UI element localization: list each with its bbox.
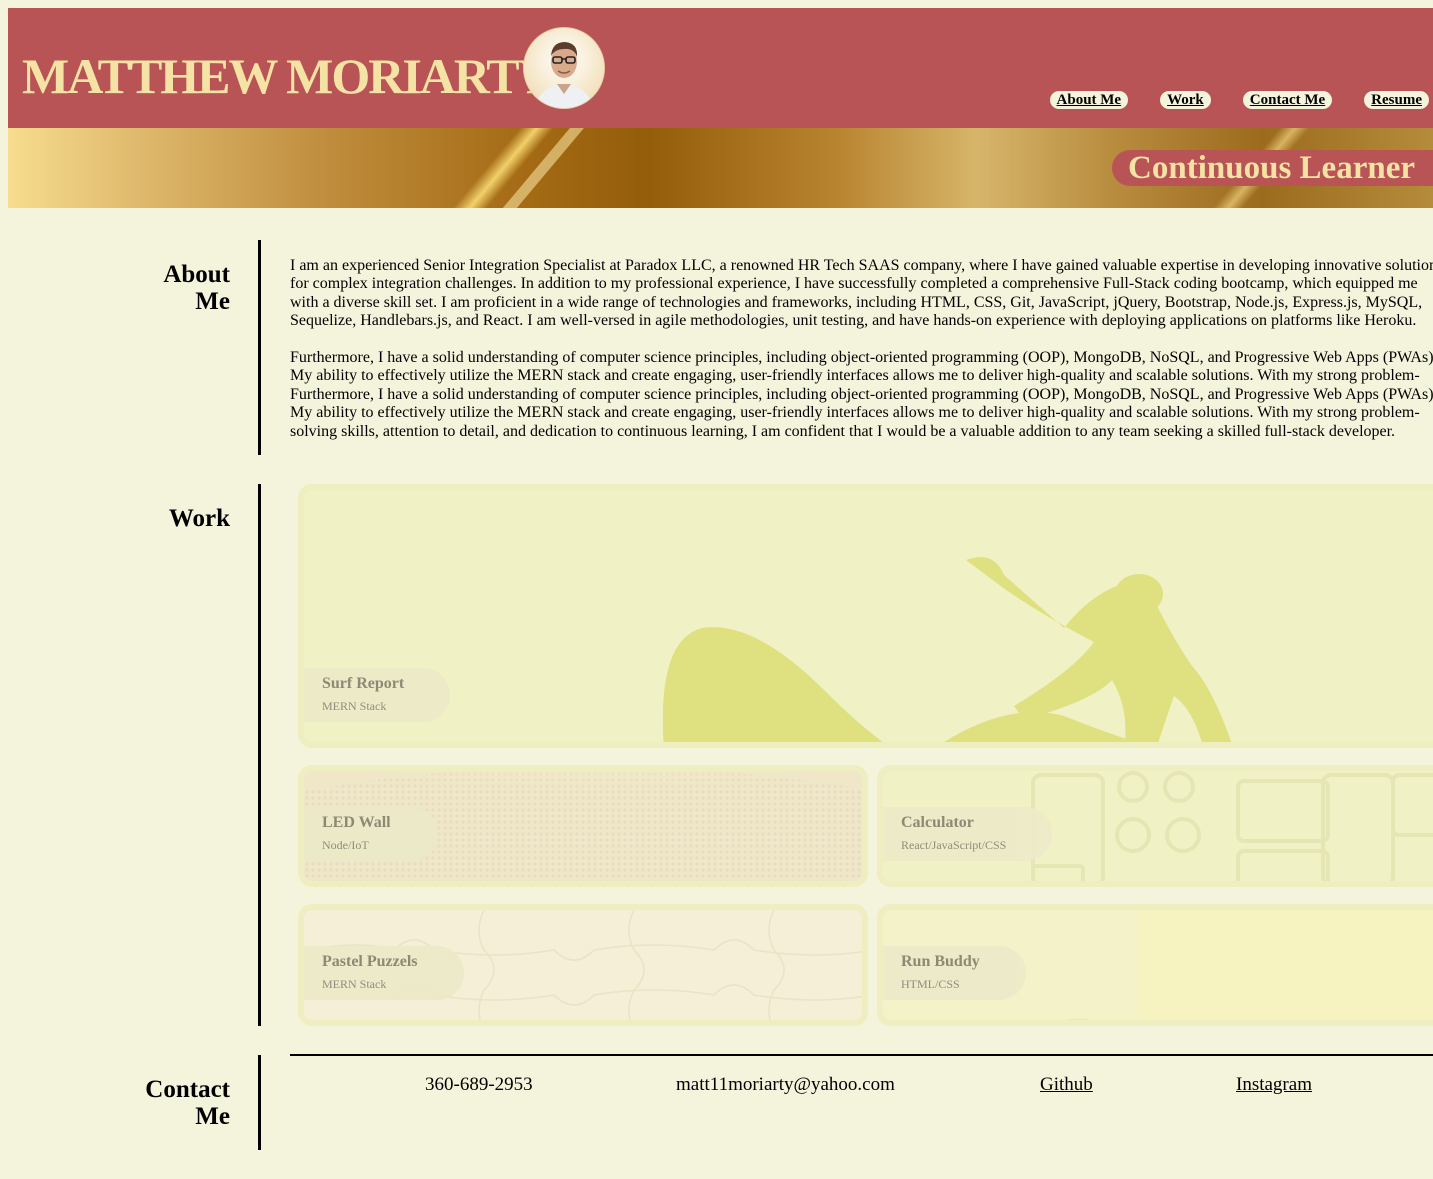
project-stack: React/JavaScript/CSS xyxy=(901,838,1007,852)
site-title: MATTHEW MORIARTY xyxy=(22,48,554,104)
nav-about-me[interactable]: About Me xyxy=(1049,91,1129,109)
work-section-title: Work xyxy=(168,505,230,532)
contact-phone: 360-689-2953 xyxy=(425,1074,533,1095)
work-divider xyxy=(258,484,261,1026)
project-card-surf-report[interactable]: Surf Report MERN Stack xyxy=(298,484,1433,748)
project-label: Surf Report MERN Stack xyxy=(304,668,451,722)
about-paragraph: Furthermore, I have a solid understandin… xyxy=(290,349,1433,385)
about-divider xyxy=(258,240,261,455)
about-section-title: About Me xyxy=(163,261,230,315)
site-header: MATTHEW MORIARTY About Me Work Contact M… xyxy=(8,8,1433,128)
avatar xyxy=(524,28,604,108)
nav-contact-me[interactable]: Contact Me xyxy=(1242,91,1333,109)
project-stack: MERN Stack xyxy=(322,699,387,713)
project-stack: HTML/CSS xyxy=(901,977,960,991)
hero-banner: Continuous Learner xyxy=(8,128,1433,208)
project-stack: MERN Stack xyxy=(322,977,387,991)
project-card-calculator[interactable]: Calculator React/JavaScript/CSS xyxy=(877,765,1433,887)
project-label: Run Buddy HTML/CSS xyxy=(883,946,1026,1000)
about-text: I am an experienced Senior Integration S… xyxy=(290,257,1433,440)
banner-tagline: Continuous Learner xyxy=(1112,150,1433,186)
about-paragraph: I am an experienced Senior Integration S… xyxy=(290,257,1433,330)
project-label: Calculator React/JavaScript/CSS xyxy=(883,807,1053,861)
project-label: Pastel Puzzels MERN Stack xyxy=(304,946,464,1000)
about-paragraph: Furthermore, I have a solid understandin… xyxy=(290,386,1433,440)
project-title: Pastel Puzzels xyxy=(322,953,418,970)
main-nav: About Me Work Contact Me Resume xyxy=(1049,91,1429,109)
project-title: Run Buddy xyxy=(901,953,980,970)
project-stack: Node/IoT xyxy=(322,838,369,852)
project-card-run-buddy[interactable]: Run Buddy HTML/CSS xyxy=(877,904,1433,1026)
project-title: Surf Report xyxy=(322,675,405,692)
github-link[interactable]: Github xyxy=(1040,1073,1093,1097)
project-title: LED Wall xyxy=(322,814,391,831)
project-label: LED Wall Node/IoT xyxy=(304,807,437,861)
page: MATTHEW MORIARTY About Me Work Contact M… xyxy=(8,8,1433,1179)
profile-photo xyxy=(524,28,604,108)
project-card-led-wall[interactable]: LED Wall Node/IoT xyxy=(298,765,868,887)
contact-section-title: Contact Me xyxy=(145,1076,230,1130)
nav-work[interactable]: Work xyxy=(1160,91,1211,109)
nav-resume[interactable]: Resume xyxy=(1364,91,1429,109)
instagram-link[interactable]: Instagram xyxy=(1236,1073,1312,1097)
project-card-pastel-puzzels[interactable]: Pastel Puzzels MERN Stack xyxy=(298,904,868,1026)
contact-divider xyxy=(258,1055,261,1150)
contact-top-rule xyxy=(290,1054,1433,1056)
project-title: Calculator xyxy=(901,814,974,831)
surfer-illustration xyxy=(662,557,1232,742)
contact-email: matt11moriarty@yahoo.com xyxy=(676,1074,895,1095)
